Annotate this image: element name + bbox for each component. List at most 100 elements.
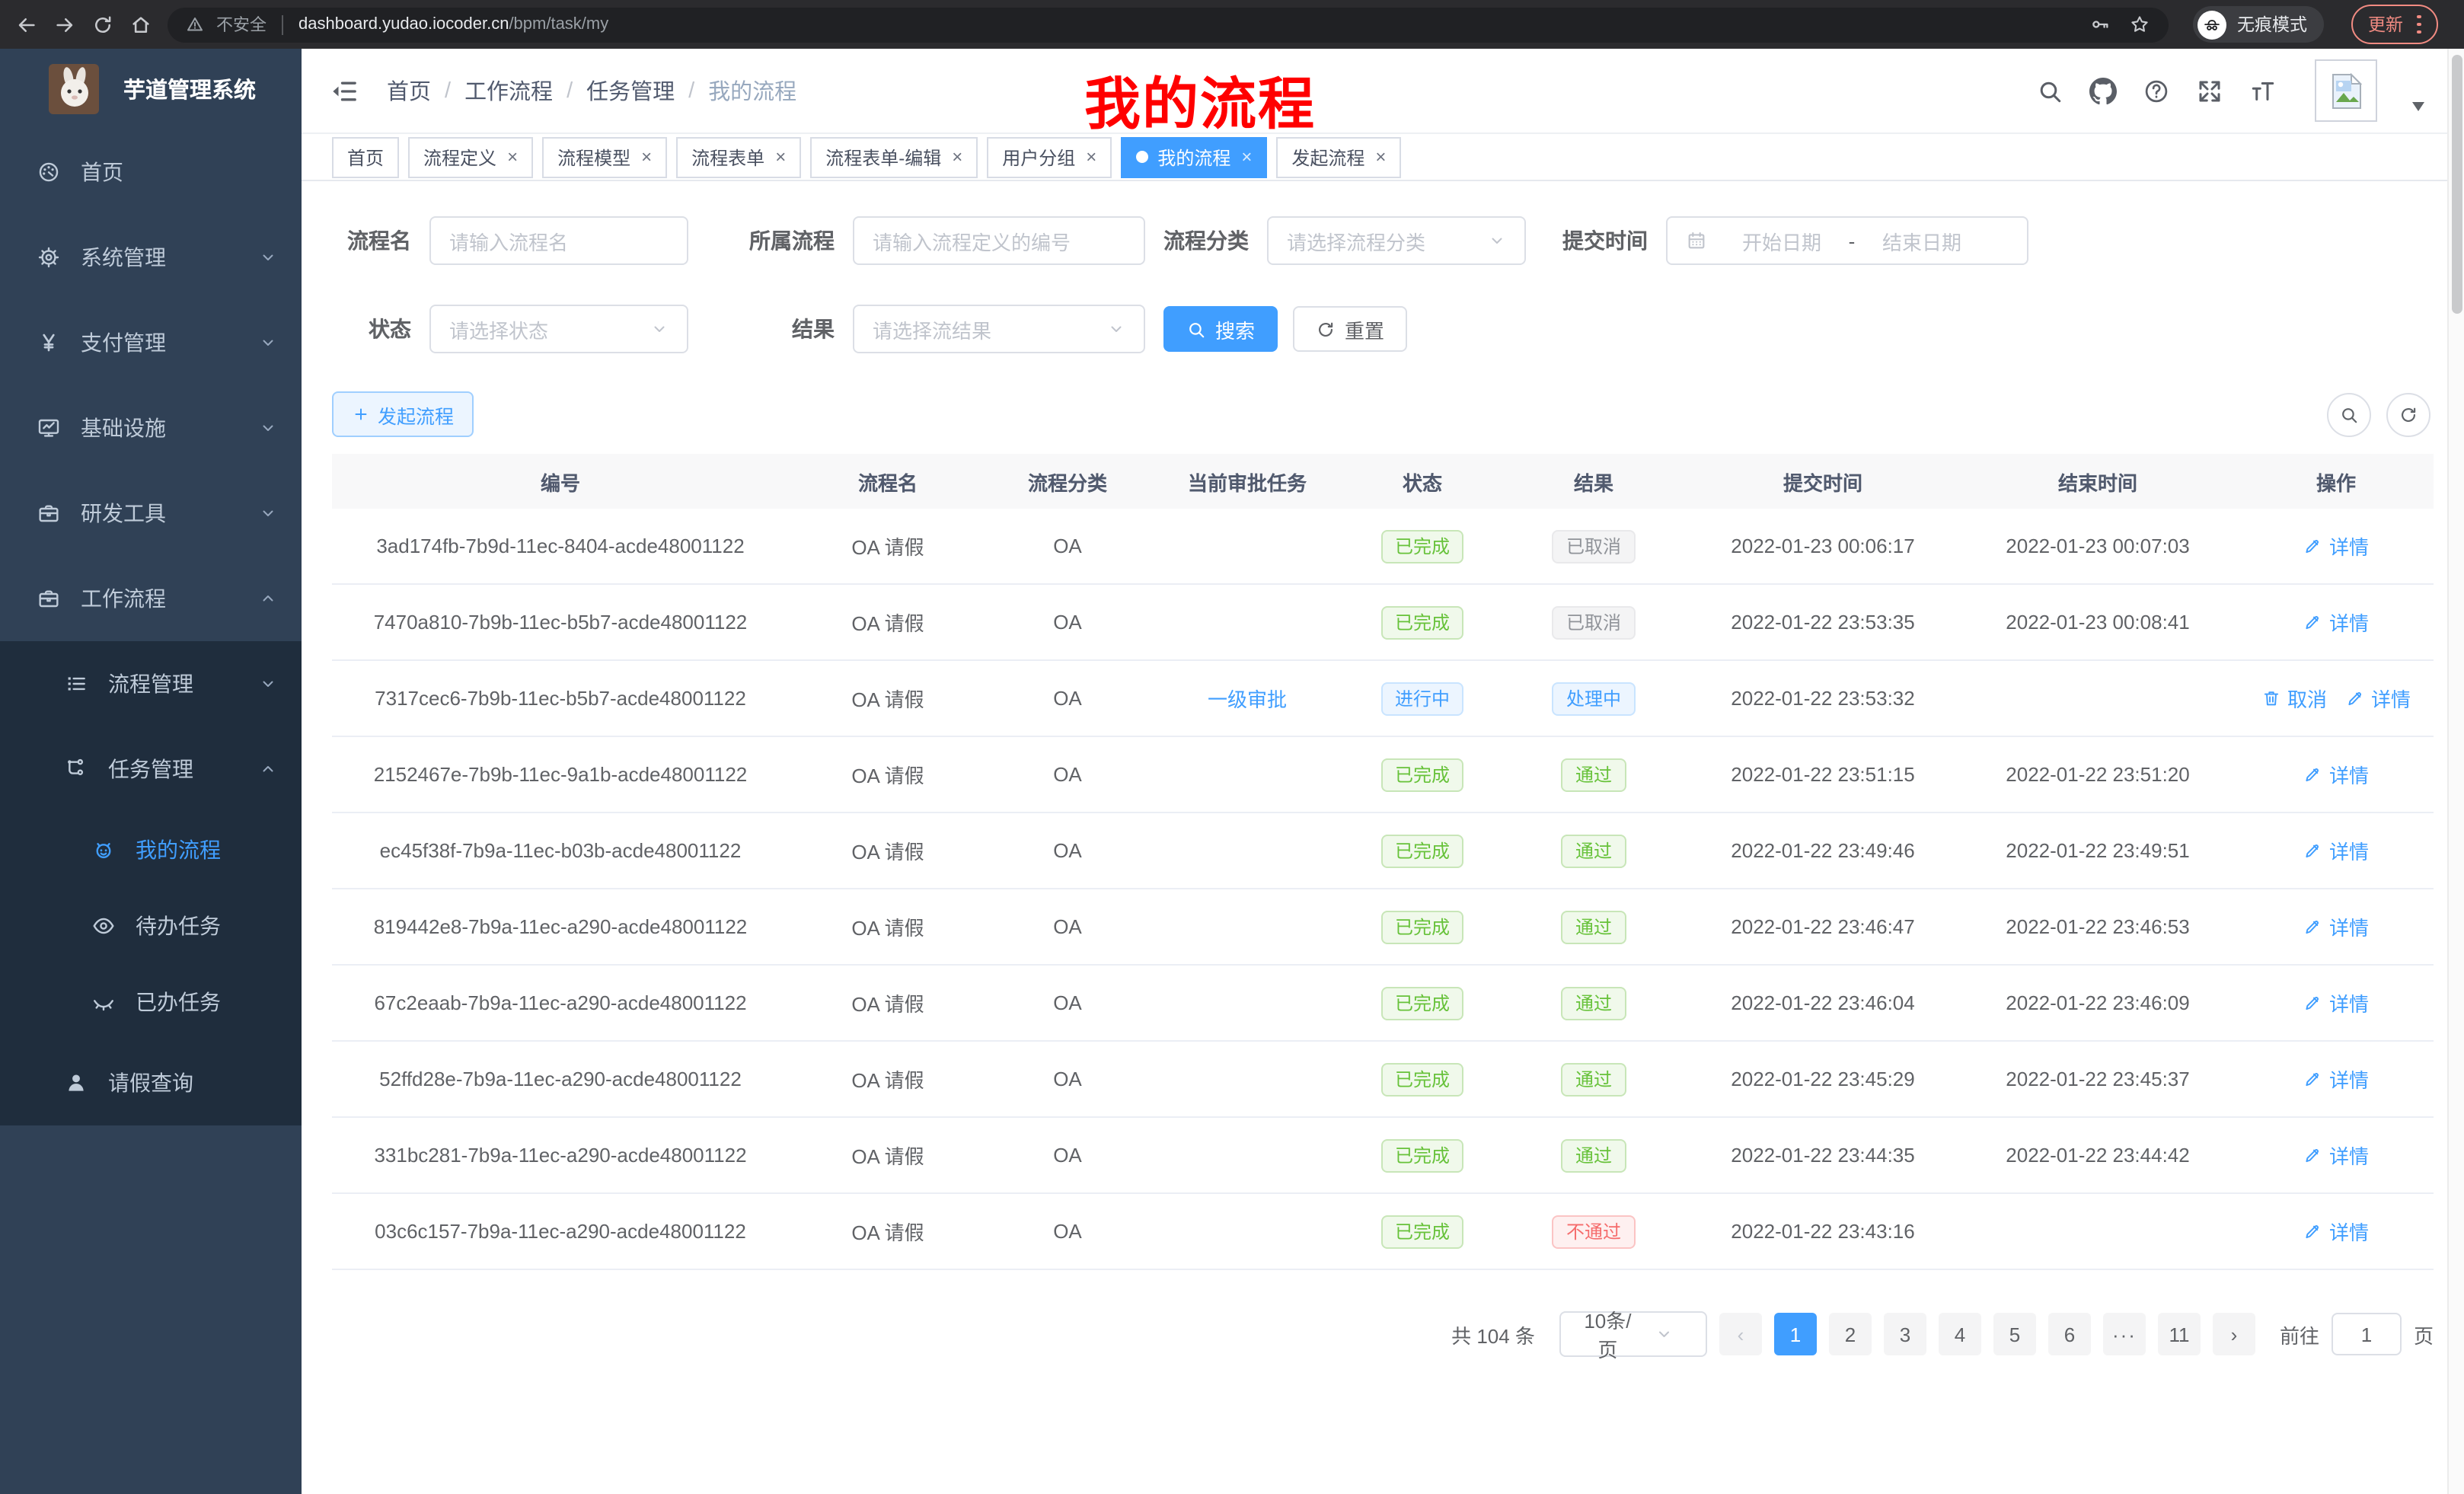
address-bar[interactable]: 不安全 dashboard.yudao.iocoder.cn/bpm/task/… xyxy=(168,7,2169,42)
cell-submit-time: 2022-01-22 23:46:04 xyxy=(1689,991,1957,1014)
avatar-caret-icon[interactable] xyxy=(2412,101,2424,110)
back-icon[interactable] xyxy=(15,13,38,36)
category-select[interactable]: 请选择流程分类 xyxy=(1267,216,1526,265)
tab[interactable]: 首页 xyxy=(332,136,399,177)
key-icon[interactable] xyxy=(2089,14,2111,35)
page-button[interactable]: 6 xyxy=(2048,1313,2091,1355)
forward-icon[interactable] xyxy=(53,13,76,36)
status-select[interactable]: 请选择状态 xyxy=(429,305,688,353)
font-size-icon[interactable] xyxy=(2249,77,2277,104)
avatar[interactable] xyxy=(2315,59,2377,122)
tab[interactable]: 流程表单 × xyxy=(676,136,801,177)
close-icon[interactable]: × xyxy=(1241,146,1252,168)
sidebar-item[interactable]: 支付管理 xyxy=(0,300,302,385)
cancel-link[interactable]: 取消 xyxy=(2261,684,2327,713)
tab[interactable]: 我的流程 × xyxy=(1121,136,1267,177)
current-task-link[interactable]: 一级审批 xyxy=(1208,688,1287,711)
search-button[interactable]: 搜索 xyxy=(1163,306,1278,352)
pencil-icon xyxy=(2345,688,2365,708)
breadcrumb-item[interactable]: 我的流程 xyxy=(708,75,796,107)
sidebar-item[interactable]: 研发工具 xyxy=(0,471,302,556)
reload-icon[interactable] xyxy=(91,13,114,36)
eye-closed-icon xyxy=(91,990,116,1014)
page-button[interactable]: 4 xyxy=(1939,1313,1981,1355)
close-icon[interactable]: × xyxy=(641,146,652,168)
annotation-text: 我的流程 xyxy=(1084,58,1316,140)
breadcrumb-item[interactable]: 首页 xyxy=(387,75,431,107)
show-search-button[interactable] xyxy=(2327,392,2371,436)
sidebar-item[interactable]: 流程管理 xyxy=(0,641,302,726)
page-button[interactable]: 5 xyxy=(1993,1313,2036,1355)
search-icon[interactable] xyxy=(2036,77,2063,104)
browser-update-button[interactable]: 更新 xyxy=(2351,5,2437,44)
tab[interactable]: 发起流程 × xyxy=(1276,136,1401,177)
cell-end-time: 2022-01-23 00:07:03 xyxy=(1957,535,2239,557)
breadcrumb-item[interactable]: 任务管理 xyxy=(586,75,675,107)
detail-link[interactable]: 详情 xyxy=(2303,1217,2369,1246)
process-definition-input[interactable]: 请输入流程定义的编号 xyxy=(853,216,1145,265)
result-badge: 通过 xyxy=(1562,1138,1626,1172)
scrollbar-thumb[interactable] xyxy=(2451,55,2462,314)
close-icon[interactable]: × xyxy=(507,146,518,168)
page-button[interactable]: ··· xyxy=(2103,1313,2146,1355)
page-button[interactable]: 1 xyxy=(1774,1313,1817,1355)
page-button[interactable]: 3 xyxy=(1884,1313,1926,1355)
refresh-table-button[interactable] xyxy=(2386,392,2430,436)
detail-link[interactable]: 详情 xyxy=(2303,1141,2369,1170)
sidebar-item[interactable]: 首页 xyxy=(0,129,302,215)
tab[interactable]: 用户分组 × xyxy=(987,136,1112,177)
status-badge: 已完成 xyxy=(1381,758,1463,791)
reset-button[interactable]: 重置 xyxy=(1293,306,1407,352)
sidebar-item[interactable]: 我的流程 xyxy=(0,812,302,888)
browser-menu-icon[interactable] xyxy=(2417,15,2421,34)
detail-link[interactable]: 详情 xyxy=(2345,684,2411,713)
tab[interactable]: 流程表单-编辑 × xyxy=(810,136,978,177)
cell-submit-time: 2022-01-22 23:43:16 xyxy=(1689,1220,1957,1243)
detail-link[interactable]: 详情 xyxy=(2303,608,2369,637)
close-icon[interactable]: × xyxy=(775,146,786,168)
close-icon[interactable]: × xyxy=(1375,146,1386,168)
sidebar-item[interactable]: 任务管理 xyxy=(0,726,302,812)
github-icon[interactable] xyxy=(2089,77,2117,104)
warning-icon[interactable] xyxy=(186,15,204,34)
end-date-input[interactable]: 结束日期 xyxy=(1866,226,1978,255)
date-range-picker[interactable]: 开始日期 - 结束日期 xyxy=(1666,216,2028,265)
home-icon[interactable] xyxy=(129,13,152,36)
sidebar-item[interactable]: 工作流程 xyxy=(0,556,302,641)
table-header: 编号流程名流程分类当前审批任务状态结果提交时间结束时间操作 xyxy=(332,454,2434,509)
process-name-input[interactable]: 请输入流程名 xyxy=(429,216,688,265)
sidebar-item[interactable]: 系统管理 xyxy=(0,215,302,300)
cell-category: OA xyxy=(987,535,1148,557)
launch-process-button[interactable]: 发起流程 xyxy=(332,391,474,437)
start-date-input[interactable]: 开始日期 xyxy=(1725,226,1838,255)
breadcrumb-item[interactable]: 工作流程 xyxy=(464,75,553,107)
star-icon[interactable] xyxy=(2129,14,2150,35)
sidebar-fold-icon[interactable] xyxy=(329,75,359,106)
sidebar-item[interactable]: 基础设施 xyxy=(0,385,302,471)
detail-link[interactable]: 详情 xyxy=(2303,532,2369,560)
detail-link[interactable]: 详情 xyxy=(2303,836,2369,865)
detail-link[interactable]: 详情 xyxy=(2303,912,2369,941)
sidebar-item[interactable]: 请假查询 xyxy=(0,1040,302,1125)
page-button[interactable]: 2 xyxy=(1829,1313,1872,1355)
help-icon[interactable] xyxy=(2143,77,2170,104)
detail-link[interactable]: 详情 xyxy=(2303,988,2369,1017)
sidebar-item[interactable]: 已办任务 xyxy=(0,964,302,1040)
fullscreen-icon[interactable] xyxy=(2196,77,2223,104)
detail-link[interactable]: 详情 xyxy=(2303,1065,2369,1093)
table-row: 331bc281-7b9a-11ec-a290-acde48001122 OA … xyxy=(332,1118,2434,1194)
tab[interactable]: 流程定义 × xyxy=(408,136,533,177)
page-button[interactable]: ‹ xyxy=(1719,1313,1762,1355)
result-badge: 通过 xyxy=(1562,834,1626,867)
page-size-select[interactable]: 10条/页 xyxy=(1559,1311,1707,1357)
close-icon[interactable]: × xyxy=(1086,146,1096,168)
close-icon[interactable]: × xyxy=(952,146,962,168)
result-select[interactable]: 请选择流结果 xyxy=(853,305,1145,353)
detail-link[interactable]: 详情 xyxy=(2303,760,2369,789)
tab[interactable]: 流程模型 × xyxy=(542,136,667,177)
sidebar-item[interactable]: 待办任务 xyxy=(0,888,302,964)
page-button[interactable]: › xyxy=(2213,1313,2255,1355)
page-button[interactable]: 11 xyxy=(2158,1313,2201,1355)
goto-page-input[interactable] xyxy=(2332,1313,2402,1355)
navbar: 首页 / 工作流程 / 任务管理 / 我的流程 xyxy=(302,49,2464,134)
